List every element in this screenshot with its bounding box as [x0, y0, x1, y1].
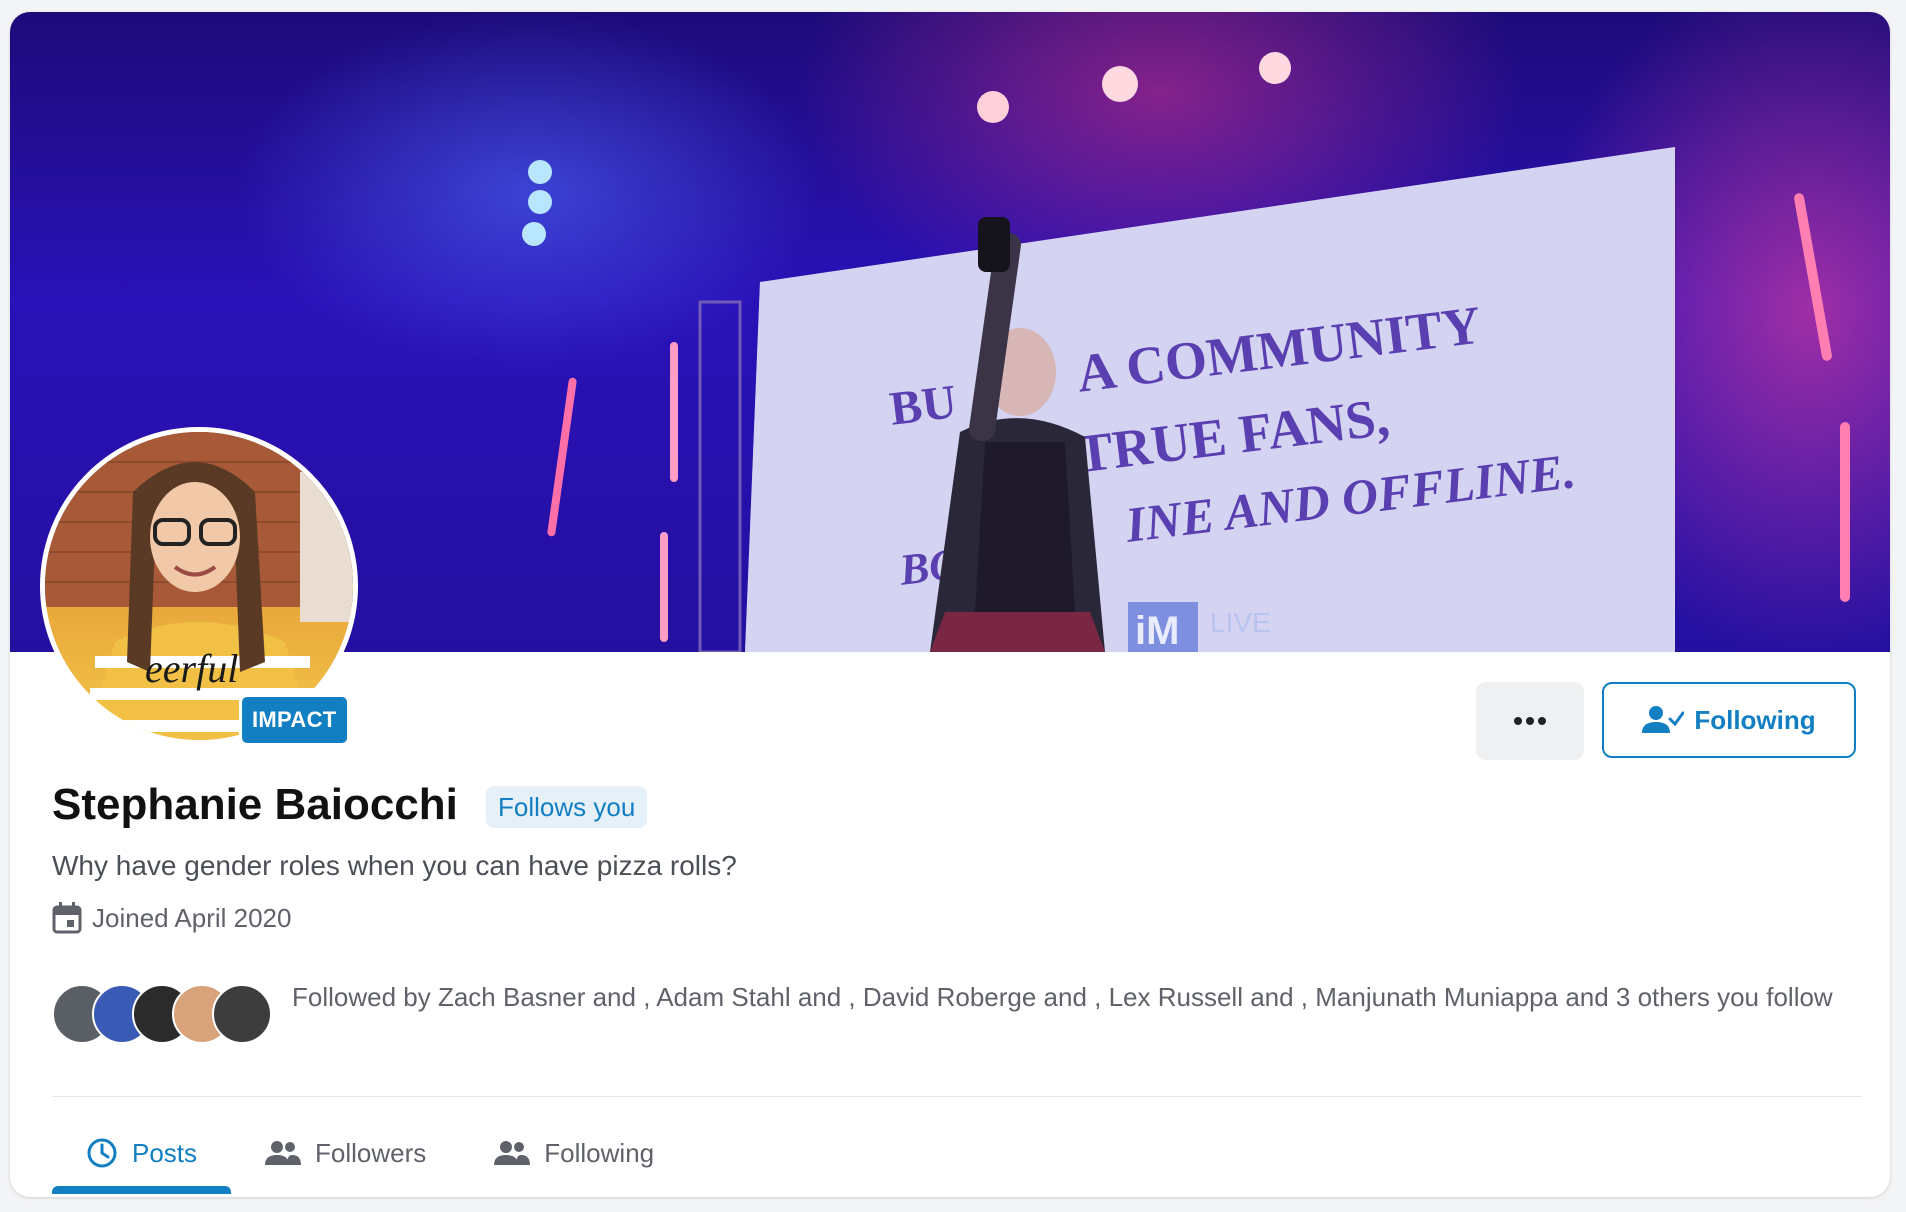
- profile-name: Stephanie Baiocchi: [52, 780, 458, 829]
- mutual-avatar: [212, 984, 272, 1044]
- impact-badge: IMPACT: [239, 694, 350, 746]
- people-icon: [265, 1141, 302, 1165]
- calendar-icon: [52, 902, 82, 934]
- joined-date: Joined April 2020: [52, 902, 291, 934]
- profile-card: BU A COMMUNITY TRUE FANS, BO INE AND OFF…: [10, 12, 1890, 1197]
- following-button-label: Following: [1694, 704, 1816, 735]
- ellipsis-icon: [1514, 717, 1546, 725]
- user-check-icon: [1642, 706, 1685, 733]
- follows-you-badge: Follows you: [486, 786, 648, 828]
- joined-text: Joined April 2020: [92, 902, 292, 933]
- following-button[interactable]: Following: [1602, 682, 1856, 758]
- mutual-avatars: [52, 984, 282, 1048]
- tab-followers-label: Followers: [315, 1137, 427, 1168]
- tab-following-label: Following: [544, 1137, 655, 1168]
- people-icon: [494, 1141, 531, 1165]
- stage-logo-sub: LIVE: [1210, 607, 1271, 638]
- stage-logo: iM: [1135, 609, 1179, 652]
- profile-tabs: Posts Followers Following: [52, 1112, 688, 1194]
- avatar-shirt-text: eerful: [145, 646, 238, 691]
- profile-bio: Why have gender roles when you can have …: [52, 850, 737, 881]
- mutual-followers-text: Followed by Zach Basner and , Adam Stahl…: [292, 982, 1833, 1012]
- tab-following[interactable]: Following: [460, 1112, 688, 1194]
- more-options-button[interactable]: [1476, 682, 1584, 760]
- tab-posts[interactable]: Posts: [52, 1112, 232, 1194]
- divider: [52, 1096, 1862, 1097]
- clock-icon: [87, 1138, 117, 1168]
- tab-followers[interactable]: Followers: [231, 1112, 460, 1194]
- screen-text-1: BU: [887, 375, 960, 436]
- tab-posts-label: Posts: [132, 1137, 198, 1168]
- mutual-followers[interactable]: Followed by Zach Basner and , Adam Stahl…: [52, 976, 1872, 1048]
